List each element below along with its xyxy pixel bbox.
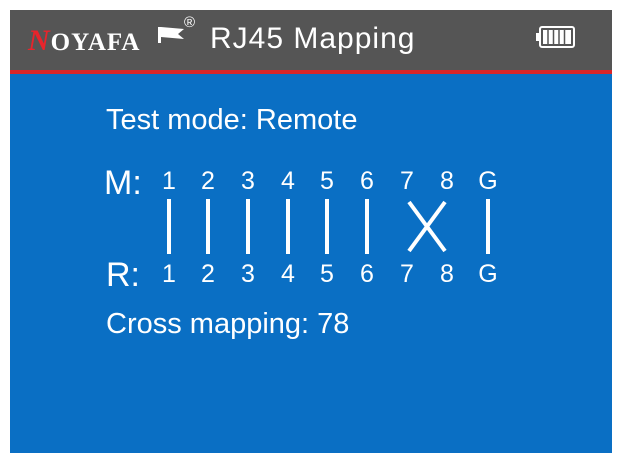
remote-pin-3: 3 (241, 260, 255, 288)
main-pin-1: 1 (162, 167, 176, 195)
remote-pin-g: G (478, 260, 498, 288)
main-pin-3: 3 (241, 167, 255, 195)
main-pin-4: 4 (281, 167, 295, 195)
main-pin-8: 8 (440, 167, 454, 195)
main-pin-g: G (478, 167, 498, 195)
wire-map (167, 199, 490, 254)
main-pin-2: 2 (201, 167, 215, 195)
main-pin-7: 7 (400, 167, 414, 195)
remote-pin-8: 8 (440, 260, 454, 288)
tester-screen: NOYAFA ® RJ45 Mapping Test mode: Remote … (10, 10, 612, 453)
remote-pin-6: 6 (360, 260, 374, 288)
result-text: Cross mapping: 78 (106, 308, 350, 340)
main-pin-5: 5 (320, 167, 334, 195)
remote-pin-2: 2 (201, 260, 215, 288)
remote-pin-7: 7 (400, 260, 414, 288)
main-pin-6: 6 (360, 167, 374, 195)
remote-pin-5: 5 (320, 260, 334, 288)
remote-pin-4: 4 (281, 260, 295, 288)
remote-pin-1: 1 (162, 260, 176, 288)
